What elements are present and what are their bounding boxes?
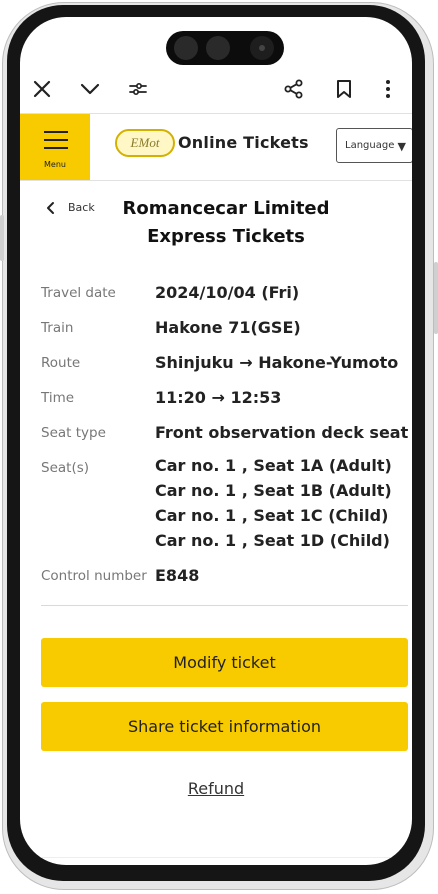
emot-logo[interactable]: EMot bbox=[115, 129, 175, 157]
seat-item: Car no. 1 , Seat 1B (Adult) bbox=[155, 481, 392, 500]
route-label: Route bbox=[41, 355, 81, 371]
route-value: Shinjuku → Hakone-Yumoto bbox=[155, 353, 399, 372]
site-header: Menu EMot Online Tickets Language ▼ bbox=[20, 113, 412, 181]
seat-type-label: Seat type bbox=[41, 425, 106, 441]
train-value: Hakone 71(GSE) bbox=[155, 318, 301, 337]
more-vert-icon[interactable] bbox=[376, 77, 400, 101]
travel-date-value: 2024/10/04 (Fri) bbox=[155, 283, 300, 302]
seats-list: Car no. 1 , Seat 1A (Adult) Car no. 1 , … bbox=[155, 453, 392, 553]
menu-button[interactable]: Menu bbox=[20, 114, 90, 180]
bookmark-icon[interactable] bbox=[332, 77, 356, 101]
modify-ticket-button[interactable]: Modify ticket bbox=[41, 638, 408, 687]
camera-icon bbox=[250, 36, 274, 60]
close-icon[interactable] bbox=[30, 77, 54, 101]
system-nav-bar bbox=[20, 857, 412, 865]
power-button bbox=[434, 262, 438, 334]
browser-toolbar bbox=[20, 67, 412, 111]
control-number-value: E848 bbox=[155, 566, 200, 585]
menu-label: Menu bbox=[44, 160, 66, 169]
site-title: Online Tickets bbox=[178, 133, 309, 152]
refund-link[interactable]: Refund bbox=[20, 779, 412, 798]
tune-icon[interactable] bbox=[126, 77, 150, 101]
seat-type-value: Front observation deck seat bbox=[155, 423, 409, 442]
sensor-icon bbox=[206, 36, 230, 60]
language-label: Language bbox=[345, 140, 395, 151]
phone-bezel: Menu EMot Online Tickets Language ▼ Back… bbox=[7, 5, 425, 881]
time-value: 11:20 → 12:53 bbox=[155, 388, 282, 407]
divider bbox=[41, 605, 408, 606]
phone-screen: Menu EMot Online Tickets Language ▼ Back… bbox=[20, 17, 412, 865]
camera-island bbox=[166, 31, 284, 65]
seats-label: Seat(s) bbox=[41, 460, 90, 476]
train-label: Train bbox=[41, 320, 74, 336]
page-title-line1: Romancecar Limited bbox=[122, 198, 330, 219]
caret-down-icon: ▼ bbox=[397, 140, 406, 153]
chevron-left-icon bbox=[47, 202, 54, 214]
share-ticket-button[interactable]: Share ticket information bbox=[41, 702, 408, 751]
page-title-line2: Express Tickets bbox=[147, 226, 305, 247]
logo-text: EMot bbox=[130, 135, 160, 150]
sensor-icon bbox=[174, 36, 198, 60]
language-select[interactable]: Language ▼ bbox=[336, 128, 412, 163]
volume-button bbox=[0, 215, 4, 261]
chevron-down-icon[interactable] bbox=[78, 77, 102, 101]
share-icon[interactable] bbox=[282, 77, 306, 101]
seat-item: Car no. 1 , Seat 1D (Child) bbox=[155, 531, 390, 550]
hamburger-icon bbox=[44, 131, 68, 155]
control-number-label: Control number bbox=[41, 568, 147, 584]
back-link[interactable]: Back bbox=[46, 199, 106, 219]
back-label: Back bbox=[68, 201, 95, 214]
seat-item: Car no. 1 , Seat 1A (Adult) bbox=[155, 456, 392, 475]
travel-date-label: Travel date bbox=[41, 285, 116, 301]
time-label: Time bbox=[41, 390, 75, 406]
seat-item: Car no. 1 , Seat 1C (Child) bbox=[155, 506, 389, 525]
page-title: Romancecar Limited Express Tickets bbox=[116, 195, 336, 251]
